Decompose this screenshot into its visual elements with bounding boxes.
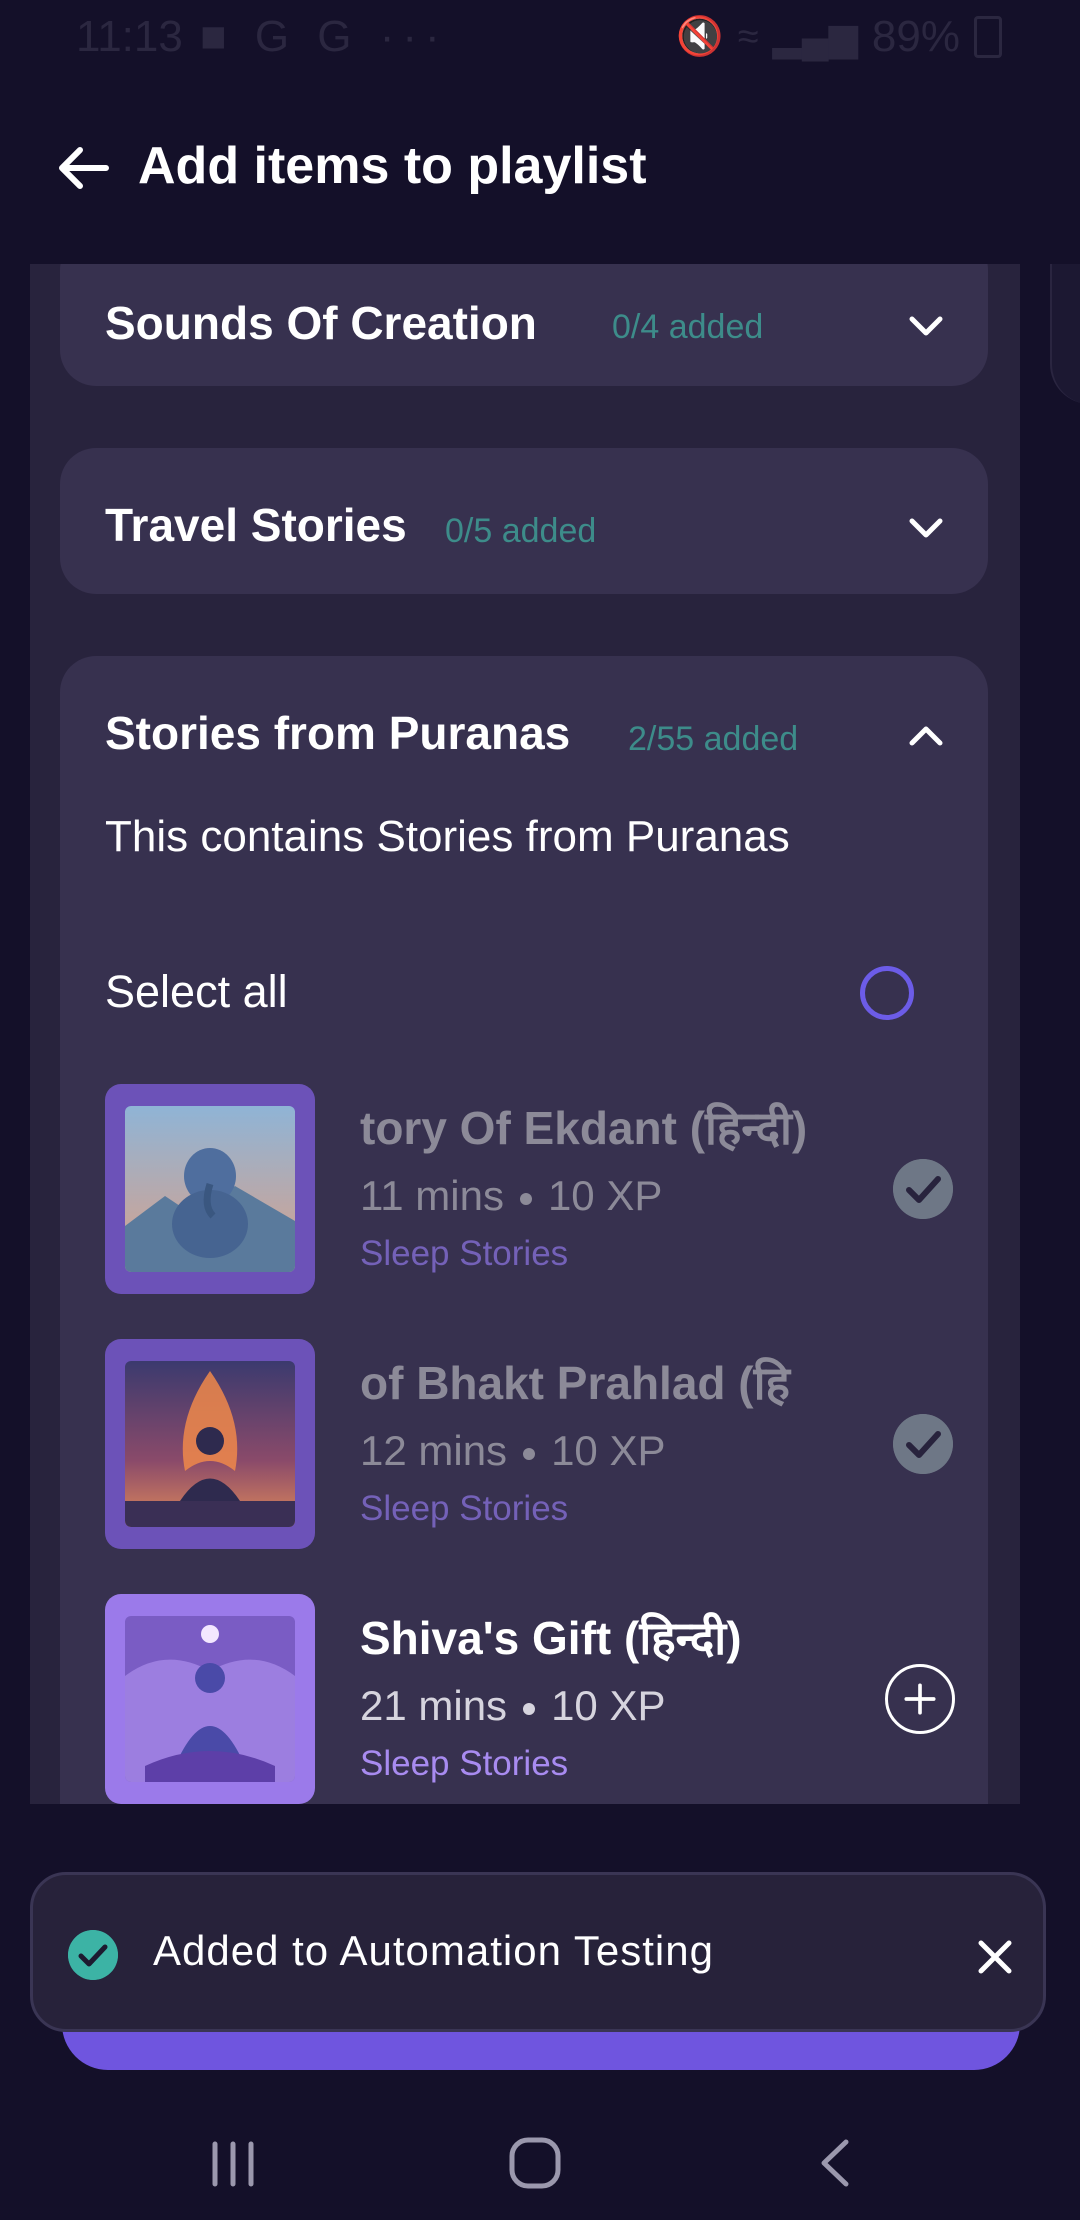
section-count: 0/5 added (445, 512, 597, 550)
notification-app-icons: ■ G G ··· (200, 12, 448, 62)
separator-dot (523, 1702, 536, 1715)
item-title: Shiva's Gift (हिन्दी) (360, 1612, 742, 1664)
signal-icon: ▂▄▆ (772, 16, 858, 59)
close-icon[interactable] (971, 1933, 1019, 1981)
app-header: Add items to playlist (0, 120, 1080, 210)
shiva-artwork-icon (125, 1616, 295, 1782)
item-title: of Bhakt Prahlad (हि (360, 1357, 790, 1409)
select-all-radio[interactable] (860, 966, 914, 1020)
item-duration: 21 mins (360, 1682, 508, 1729)
battery-charging-icon (974, 16, 1002, 58)
item-category: Sleep Stories (360, 1234, 569, 1273)
status-bar: 11:13 ■ G G ··· 🔇 ≈ ▂▄▆ 89% (0, 0, 1080, 80)
collections-list[interactable]: Sounds Of Creation 0/4 added Travel Stor… (30, 264, 1020, 1804)
section-title: Stories from Puranas (105, 707, 571, 759)
add-plus-icon[interactable] (885, 1664, 955, 1734)
back-nav-icon[interactable] (802, 2128, 872, 2198)
section-count: 0/4 added (612, 308, 764, 346)
section-card-sounds-of-creation[interactable]: Sounds Of Creation 0/4 added (60, 264, 988, 386)
prahlad-fire-artwork-icon (125, 1361, 295, 1527)
chevron-down-icon[interactable] (904, 506, 948, 550)
item-duration: 11 mins (360, 1172, 504, 1219)
item-thumbnail (105, 1084, 315, 1294)
item-duration: 12 mins (360, 1427, 508, 1474)
page-title: Add items to playlist (138, 137, 647, 195)
list-item[interactable]: of Bhakt Prahlad (हि 12 mins 10 XP Sleep … (105, 1339, 975, 1549)
list-item[interactable]: Shiva's Gift (हिन्दी) 21 mins 10 XP Sleep… (105, 1594, 975, 1804)
wifi-icon: ≈ (737, 15, 759, 58)
success-check-icon (68, 1930, 118, 1980)
recent-apps-icon[interactable] (198, 2128, 268, 2198)
snackbar-toast: Added to Automation Testing (30, 1872, 1046, 2032)
item-meta: 12 mins 10 XP (360, 1427, 665, 1475)
added-check-icon[interactable] (893, 1414, 953, 1474)
item-category: Sleep Stories (360, 1489, 569, 1528)
status-right: 🔇 ≈ ▂▄▆ 89% (676, 12, 1002, 62)
item-xp: 10 XP (551, 1682, 666, 1729)
item-xp: 10 XP (547, 1172, 663, 1219)
separator-dot (519, 1192, 532, 1205)
google-icons: G G (254, 12, 360, 61)
section-title: Travel Stories (105, 499, 407, 551)
section-description: This contains Stories from Puranas (105, 812, 790, 861)
item-category: Sleep Stories (360, 1744, 569, 1783)
home-icon[interactable] (500, 2128, 570, 2198)
mute-icon: 🔇 (676, 16, 724, 58)
section-card-travel-stories[interactable]: Travel Stories 0/5 added (60, 448, 988, 594)
item-thumbnail (105, 1339, 315, 1549)
chevron-down-icon[interactable] (904, 304, 948, 348)
item-xp: 10 XP (551, 1427, 666, 1474)
toast-message: Added to Automation Testing (153, 1927, 714, 1974)
added-check-icon[interactable] (893, 1159, 953, 1219)
item-meta: 11 mins 10 XP (360, 1172, 662, 1220)
list-item[interactable]: tory Of Ekdant (हिन्दी) 11 mins 10 XP Sle… (105, 1084, 975, 1294)
more-notifications-icon: ··· (379, 12, 448, 61)
section-count: 2/55 added (628, 720, 799, 758)
select-all-label: Select all (105, 966, 288, 1017)
separator-dot (523, 1447, 536, 1460)
ganesha-artwork-icon (125, 1106, 295, 1272)
chevron-up-icon[interactable] (904, 714, 948, 758)
item-meta: 21 mins 10 XP (360, 1682, 665, 1730)
teams-icon: ■ (200, 12, 235, 61)
status-time: 11:13 (76, 12, 183, 61)
next-panel-edge (1050, 264, 1080, 404)
screen: 11:13 ■ G G ··· 🔇 ≈ ▂▄▆ 89% Add items to… (0, 0, 1080, 2220)
system-navigation-bar (0, 2100, 1080, 2220)
item-title: tory Of Ekdant (हिन्दी) (360, 1102, 808, 1154)
battery-percent: 89% (871, 12, 960, 61)
section-title: Sounds Of Creation (105, 297, 537, 349)
item-thumbnail (105, 1594, 315, 1804)
back-arrow-icon[interactable] (52, 138, 112, 198)
